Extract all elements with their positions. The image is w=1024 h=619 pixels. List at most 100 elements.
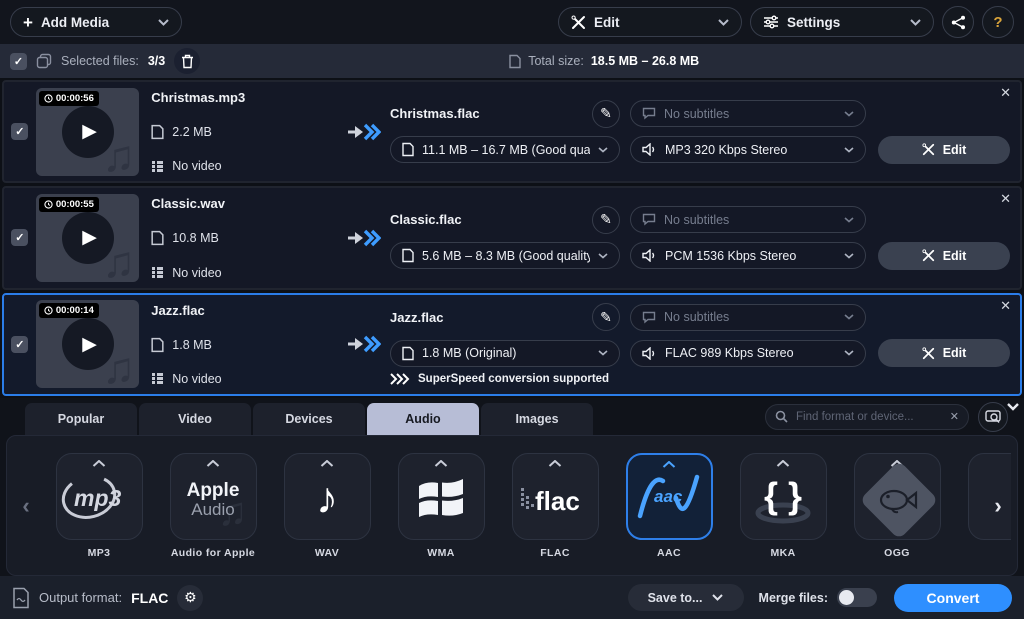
format-aac-selected[interactable]: aac AAC bbox=[625, 452, 713, 559]
play-button[interactable]: ▶ bbox=[61, 318, 114, 371]
file-thumbnail[interactable]: 00:00:56 ▶ ♫ bbox=[35, 87, 140, 176]
help-button[interactable]: ? bbox=[982, 6, 1014, 38]
carousel-left-arrow[interactable]: ‹ bbox=[13, 493, 39, 519]
pencil-icon: ✎ bbox=[600, 211, 612, 228]
format-flac[interactable]: flac FLAC bbox=[511, 452, 599, 559]
file-checkbox[interactable]: ✓ bbox=[11, 229, 29, 247]
file-row: ✓ 00:00:55 ▶ ♫ Classic.wav 10.8 MB No vi… bbox=[2, 186, 1022, 290]
collapse-panel-button[interactable] bbox=[1006, 402, 1020, 411]
chevron-down-icon bbox=[712, 594, 724, 601]
file-checkbox[interactable]: ✓ bbox=[11, 335, 29, 353]
edit-file-button[interactable]: Edit bbox=[878, 241, 1010, 270]
subtitles-dropdown[interactable]: No subtitles bbox=[630, 206, 866, 234]
file-thumbnail[interactable]: 00:00:55 ▶ ♫ bbox=[35, 193, 140, 282]
sliders-icon bbox=[764, 15, 778, 29]
edit-file-button[interactable]: Edit bbox=[878, 339, 1010, 368]
file-thumbnail[interactable]: 00:00:14 ▶ ♫ bbox=[35, 300, 140, 389]
rename-button[interactable]: ✎ bbox=[592, 99, 620, 128]
file-icon bbox=[402, 249, 414, 263]
output-size-value: 5.6 MB – 8.3 MB (Good quality) bbox=[422, 248, 590, 263]
settings-menu-button[interactable]: Settings bbox=[750, 7, 934, 37]
subtitles-value: No subtitles bbox=[664, 106, 730, 121]
format-label: Audio for Apple bbox=[170, 546, 256, 559]
output-format-label: Output format: bbox=[39, 590, 123, 605]
audio-codec-dropdown[interactable]: FLAC 989 Kbps Stereo bbox=[630, 339, 866, 367]
output-filename: Christmas.flac bbox=[390, 106, 480, 122]
remove-file-button[interactable]: ✕ bbox=[1000, 299, 1011, 312]
select-all-checkbox[interactable]: ✓ bbox=[10, 52, 27, 70]
total-size-value: 18.5 MB – 26.8 MB bbox=[590, 54, 700, 68]
source-filename: Jazz.flac bbox=[151, 302, 205, 318]
chevron-down-icon bbox=[598, 147, 608, 153]
format-ogg[interactable]: OGG bbox=[853, 452, 941, 559]
audio-codec-dropdown[interactable]: PCM 1536 Kbps Stereo bbox=[630, 242, 866, 270]
output-size-dropdown[interactable]: 11.1 MB – 16.7 MB (Good quality) bbox=[390, 136, 620, 164]
format-wma[interactable]: WMA bbox=[397, 452, 485, 559]
rename-button[interactable]: ✎ bbox=[592, 205, 620, 234]
audio-codec-dropdown[interactable]: MP3 320 Kbps Stereo bbox=[630, 136, 866, 164]
mka-logo-icon: { } bbox=[755, 475, 811, 524]
toggle-knob bbox=[839, 590, 854, 605]
footer-bar: Output format: FLAC ⚙ Save to... Merge f… bbox=[0, 576, 1024, 619]
chevron-up-icon bbox=[548, 459, 562, 467]
format-audio-for-apple[interactable]: ♫ Apple Audio Audio for Apple bbox=[169, 452, 257, 559]
output-settings: Classic.flac ✎ No subtitles 5.6 MB – 8.3… bbox=[390, 188, 1020, 287]
search-input[interactable] bbox=[765, 404, 969, 430]
tab-popular[interactable]: Popular bbox=[25, 403, 137, 435]
chevron-down-icon bbox=[598, 350, 608, 356]
subtitles-dropdown[interactable]: No subtitles bbox=[630, 303, 866, 331]
source-info: Jazz.flac 1.8 MB No video bbox=[151, 295, 338, 394]
remove-file-button[interactable]: ✕ bbox=[1000, 192, 1011, 205]
delete-files-button[interactable] bbox=[174, 48, 201, 74]
save-to-dropdown[interactable]: Save to... bbox=[627, 584, 744, 611]
chevron-up-icon bbox=[92, 459, 106, 467]
svg-text:mp3: mp3 bbox=[74, 485, 122, 511]
clock-icon bbox=[44, 306, 53, 315]
tab-video[interactable]: Video bbox=[139, 403, 251, 435]
clear-search-icon[interactable]: ✕ bbox=[950, 410, 959, 423]
edit-file-button[interactable]: Edit bbox=[878, 135, 1010, 164]
format-mp3[interactable]: mp3 MP3 bbox=[55, 452, 143, 559]
convert-button[interactable]: Convert bbox=[894, 583, 1012, 612]
device-detect-button[interactable] bbox=[978, 402, 1008, 432]
speech-bubble-icon bbox=[642, 311, 656, 324]
mp3-logo-icon: mp3 bbox=[61, 475, 122, 519]
chevron-down-icon bbox=[844, 147, 854, 153]
play-button[interactable]: ▶ bbox=[61, 105, 114, 158]
format-label: AAC bbox=[657, 546, 681, 559]
tab-devices[interactable]: Devices bbox=[253, 403, 365, 435]
tab-images[interactable]: Images bbox=[481, 403, 593, 435]
file-checkbox[interactable]: ✓ bbox=[11, 123, 29, 141]
audio-codec-value: PCM 1536 Kbps Stereo bbox=[665, 248, 797, 263]
conversion-arrow-icon bbox=[338, 295, 390, 394]
play-button[interactable]: ▶ bbox=[61, 211, 114, 264]
share-button[interactable] bbox=[942, 6, 974, 38]
add-media-button[interactable]: + Add Media bbox=[10, 7, 182, 37]
output-settings-button[interactable]: ⚙ bbox=[177, 584, 204, 611]
output-size-dropdown[interactable]: 5.6 MB – 8.3 MB (Good quality) bbox=[390, 242, 620, 270]
output-file-icon bbox=[13, 587, 29, 608]
svg-text:{ }: { } bbox=[764, 475, 802, 516]
fish-logo-icon bbox=[879, 489, 918, 514]
output-size-dropdown[interactable]: 1.8 MB (Original) bbox=[390, 339, 620, 367]
file-icon bbox=[151, 125, 164, 140]
plus-icon: + bbox=[23, 12, 33, 32]
format-mka[interactable]: { } MKA bbox=[739, 452, 827, 559]
tab-audio[interactable]: Audio bbox=[367, 403, 479, 435]
edit-menu-button[interactable]: Edit bbox=[558, 7, 742, 37]
chevron-down-icon bbox=[844, 350, 854, 356]
carousel-right-arrow[interactable]: › bbox=[985, 493, 1011, 519]
output-settings: Christmas.flac ✎ No subtitles 11.1 MB – … bbox=[390, 82, 1020, 181]
source-info: Classic.wav 10.8 MB No video bbox=[151, 188, 338, 287]
output-format-value: FLAC bbox=[131, 589, 169, 606]
output-filename: Jazz.flac bbox=[390, 309, 444, 325]
selection-bar: ✓ Selected files: 3/3 Total size: 18.5 M… bbox=[0, 44, 1024, 78]
merge-files-toggle[interactable] bbox=[837, 588, 877, 607]
format-search-zone: ✕ bbox=[765, 402, 1019, 432]
subtitles-dropdown[interactable]: No subtitles bbox=[630, 100, 866, 128]
selected-files-label: Selected files: bbox=[61, 54, 139, 68]
duration-text: 00:00:14 bbox=[55, 305, 94, 317]
format-wav[interactable]: ♪ WAV bbox=[283, 452, 371, 559]
rename-button[interactable]: ✎ bbox=[592, 303, 620, 332]
remove-file-button[interactable]: ✕ bbox=[1000, 86, 1011, 99]
